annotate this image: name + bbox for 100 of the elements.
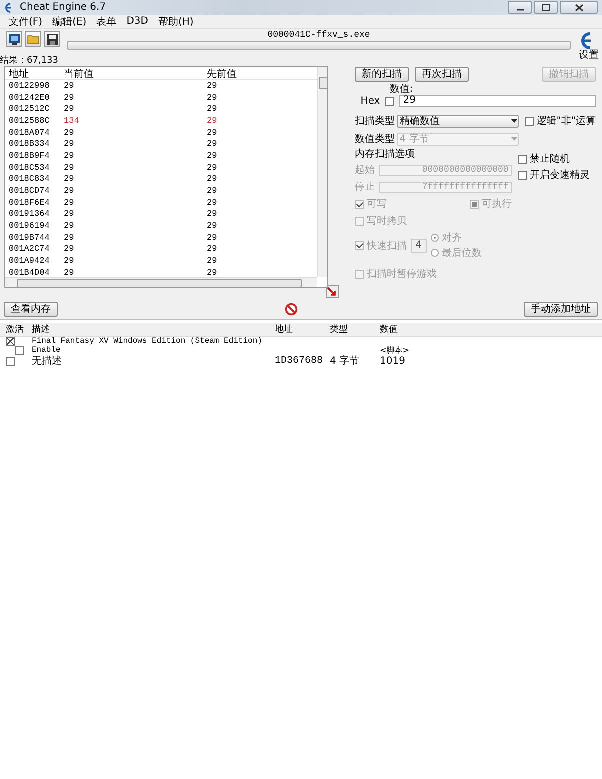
group-title: 内存扫描选项 [354,150,416,160]
value-cell-text: 29 [64,80,76,91]
value-cell-text: 29 [64,92,76,103]
value-cell-text: 29 [207,221,218,232]
menu-item[interactable]: 表单 [92,14,122,28]
column-header[interactable]: 描述 [32,323,275,336]
menu-item[interactable]: 文件(F) [4,14,48,28]
value-cell-text: 29 [64,162,76,173]
value-cell-text: 29 [64,268,76,278]
address-cell-text: 0018CD74 [9,186,51,196]
column-header[interactable]: 数值 [380,323,602,336]
checkbox[interactable] [385,96,394,106]
address-cell-text: 0019B744 [9,232,51,243]
close-button[interactable] [560,1,598,14]
value-cell-text: 29 [64,104,76,114]
value-cell-text: 29 [207,198,218,208]
value-cell-text: 29 [207,209,218,220]
address-cell-text: 00122998 [9,80,51,91]
column-header[interactable]: 地址 [9,67,64,81]
checkbox[interactable] [6,337,15,346]
column-header[interactable]: 先前值 [207,67,317,81]
value-cell-text: 29 [64,150,76,161]
address-cell-text: 0018A074 [9,128,51,138]
radio-label: 最后位数 [442,246,482,260]
column-header[interactable]: 当前值 [64,67,207,81]
checkbox[interactable] [15,346,24,355]
settings-link[interactable]: 设置 [579,51,599,61]
results-list[interactable] [4,66,328,288]
address-cell-text: 1D367688 [275,356,324,366]
address-cell-text: 0018C834 [9,174,51,184]
value-cell-text: 29 [207,139,218,150]
checkbox-label: 逻辑"非"运算 [536,114,596,128]
address-cell-text: 001242E0 [9,92,51,103]
scrollbar[interactable] [5,277,317,287]
field-label: 扫描类型 [354,114,395,128]
description-cell-text: Enable [32,346,62,355]
value-cell-text: 29 [64,139,76,150]
checkbox-label: 开启变速精灵 [530,168,590,182]
maximize-icon [542,4,550,12]
next-scan-button[interactable]: 再次扫描 [414,67,469,82]
radio-label: 对齐 [442,232,462,245]
value-cell-text: 29 [64,256,76,266]
value-cell-text: 29 [207,116,218,126]
field-label: 停止 [354,180,375,194]
field-label: 起始 [354,164,375,177]
stop-icon[interactable] [284,303,298,316]
value-cell-text: 29 [64,221,76,232]
column-header[interactable]: 激活 [6,323,32,336]
value-cell-text: 134 [64,116,80,126]
checkbox-label: 可写 [366,198,387,211]
checkbox-label: 禁止随机 [530,152,570,166]
dropdown[interactable]: 精确数值 [396,114,519,128]
minimize-button[interactable] [508,1,532,14]
menu-item[interactable]: 帮助(H) [153,14,199,28]
value-cell-text: <脚本> [380,346,410,355]
checkbox[interactable] [518,170,527,180]
monitor-button[interactable] [6,31,22,47]
value-cell-text: 29 [207,232,218,243]
monitor-icon [8,32,20,46]
value-cell-text: 1019 [380,356,406,366]
caret-icon [510,136,518,142]
checkbox[interactable] [524,116,534,126]
address-cell-text: 001A2C74 [9,244,51,254]
description-cell-text: Final Fantasy XV Windows Edition (Steam Edition) [32,337,264,346]
value-cell-text: 29 [207,162,218,173]
value-cell-text: 29 [207,80,218,91]
folder-button[interactable] [25,31,41,47]
value-cell-text: 29 [64,128,76,138]
checkbox[interactable] [518,154,527,164]
new-scan-button[interactable]: 新的扫描 [354,67,409,82]
add-address-button[interactable]: 手动添加地址 [524,302,598,317]
address-cell-text: 0012512C [9,104,51,114]
checkbox-label: 快速扫描 [366,240,407,252]
description-cell-text: 无描述 [32,356,63,366]
checkbox-label: 扫描时暂停游戏 [366,268,437,281]
checkbox-label: Hex [360,96,380,106]
window-title: Cheat Engine 6.7 [20,2,108,13]
value-cell-text: 29 [207,268,218,278]
checkbox-label: 可执行 [482,198,512,211]
save-button[interactable] [44,31,60,47]
view-memory-button[interactable]: 查看内存 [4,302,58,317]
type-cell-text: 4 字节 [330,356,361,366]
menu-item[interactable]: 编辑(E) [48,14,92,28]
menu-item[interactable]: D3D [122,16,154,27]
value-field[interactable]: 29 [399,95,596,107]
column-header[interactable]: 地址 [275,323,330,336]
maximize-button[interactable] [534,1,558,14]
value-cell-text: 29 [207,128,218,138]
add-to-list-button[interactable] [326,285,339,298]
value-cell-text: 29 [207,150,218,161]
column-header[interactable]: 类型 [330,323,380,336]
value-cell-text: 29 [207,186,218,196]
address-cell-text: 0018B334 [9,139,51,150]
address-cell-text: 001A9424 [9,256,51,266]
value-cell-text: 29 [207,104,218,114]
value-cell-text: 29 [207,92,218,103]
field-label: 数值: [390,84,414,95]
scrollbar[interactable] [316,67,327,277]
field-label: 数值类型 [354,132,395,146]
checkbox[interactable] [6,356,15,366]
